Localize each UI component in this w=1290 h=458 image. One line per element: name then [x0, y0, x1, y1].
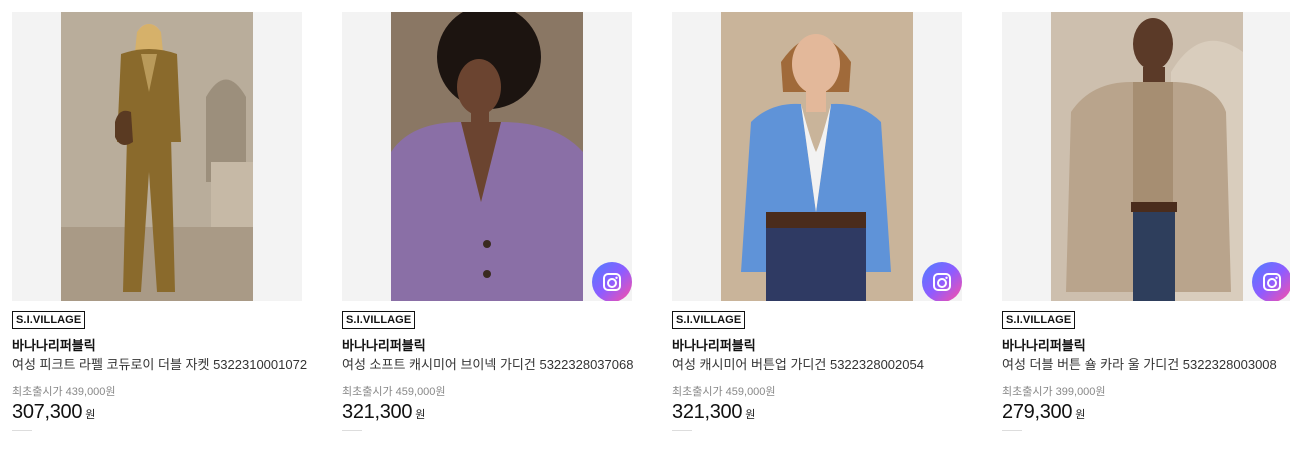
- original-price: 최초출시가 459,000원: [672, 386, 776, 398]
- sale-price: 279,300: [1002, 401, 1073, 423]
- product-card[interactable]: S.I.VILLAGE 바나나리퍼블릭 여성 더블 버튼 숄 카라 울 가디건 …: [1002, 12, 1290, 431]
- product-card[interactable]: S.I.VILLAGE 바나나리퍼블릭 여성 피크트 라펠 코듀로이 더블 자켓…: [12, 12, 307, 431]
- currency-unit: 원: [1075, 409, 1086, 421]
- product-name[interactable]: 여성 캐시미어 버튼업 가디건 5322328002054: [672, 357, 962, 373]
- product-name[interactable]: 여성 소프트 캐시미어 브이넥 가디건 5322328037068: [342, 357, 633, 373]
- image-search-button[interactable]: [592, 262, 632, 301]
- image-search-button[interactable]: [1252, 262, 1290, 301]
- store-badge: S.I.VILLAGE: [12, 311, 86, 329]
- product-photo: [61, 12, 253, 301]
- divider: [12, 430, 32, 431]
- divider: [342, 430, 362, 431]
- price-row: 321,300 원: [672, 401, 962, 426]
- product-photo: [721, 12, 913, 301]
- product-photo: [1051, 12, 1243, 301]
- original-price: 최초출시가 459,000원: [342, 386, 446, 398]
- currency-unit: 원: [85, 409, 96, 421]
- camera-icon: [1263, 273, 1281, 291]
- divider: [672, 430, 692, 431]
- price-row: 279,300 원: [1002, 401, 1290, 426]
- product-card[interactable]: S.I.VILLAGE 바나나리퍼블릭 여성 소프트 캐시미어 브이넥 가디건 …: [342, 12, 633, 431]
- camera-icon: [933, 273, 951, 291]
- product-image[interactable]: [12, 12, 302, 301]
- brand-name[interactable]: 바나나리퍼블릭: [12, 338, 302, 354]
- sale-price: 321,300: [672, 401, 743, 423]
- image-search-button[interactable]: [922, 262, 962, 301]
- currency-unit: 원: [745, 409, 756, 421]
- brand-name[interactable]: 바나나리퍼블릭: [1002, 338, 1290, 354]
- divider: [1002, 430, 1022, 431]
- product-image[interactable]: [1002, 12, 1290, 301]
- camera-icon: [603, 273, 621, 291]
- brand-name[interactable]: 바나나리퍼블릭: [342, 338, 632, 354]
- original-price: 최초출시가 439,000원: [12, 386, 116, 398]
- product-name[interactable]: 여성 피크트 라펠 코듀로이 더블 자켓 5322310001072: [12, 357, 307, 373]
- sale-price: 321,300: [342, 401, 413, 423]
- brand-name[interactable]: 바나나리퍼블릭: [672, 338, 962, 354]
- product-photo: [391, 12, 583, 301]
- price-row: 307,300 원: [12, 401, 302, 426]
- product-card[interactable]: S.I.VILLAGE 바나나리퍼블릭 여성 캐시미어 버튼업 가디건 5322…: [672, 12, 962, 431]
- store-badge: S.I.VILLAGE: [342, 311, 416, 329]
- store-badge: S.I.VILLAGE: [672, 311, 746, 329]
- sale-price: 307,300: [12, 401, 83, 423]
- product-image[interactable]: [342, 12, 632, 301]
- original-price: 최초출시가 399,000원: [1002, 386, 1106, 398]
- store-badge: S.I.VILLAGE: [1002, 311, 1076, 329]
- price-row: 321,300 원: [342, 401, 632, 426]
- currency-unit: 원: [415, 409, 426, 421]
- product-name[interactable]: 여성 더블 버튼 숄 카라 울 가디건 5322328003008: [1002, 357, 1290, 373]
- product-image[interactable]: [672, 12, 962, 301]
